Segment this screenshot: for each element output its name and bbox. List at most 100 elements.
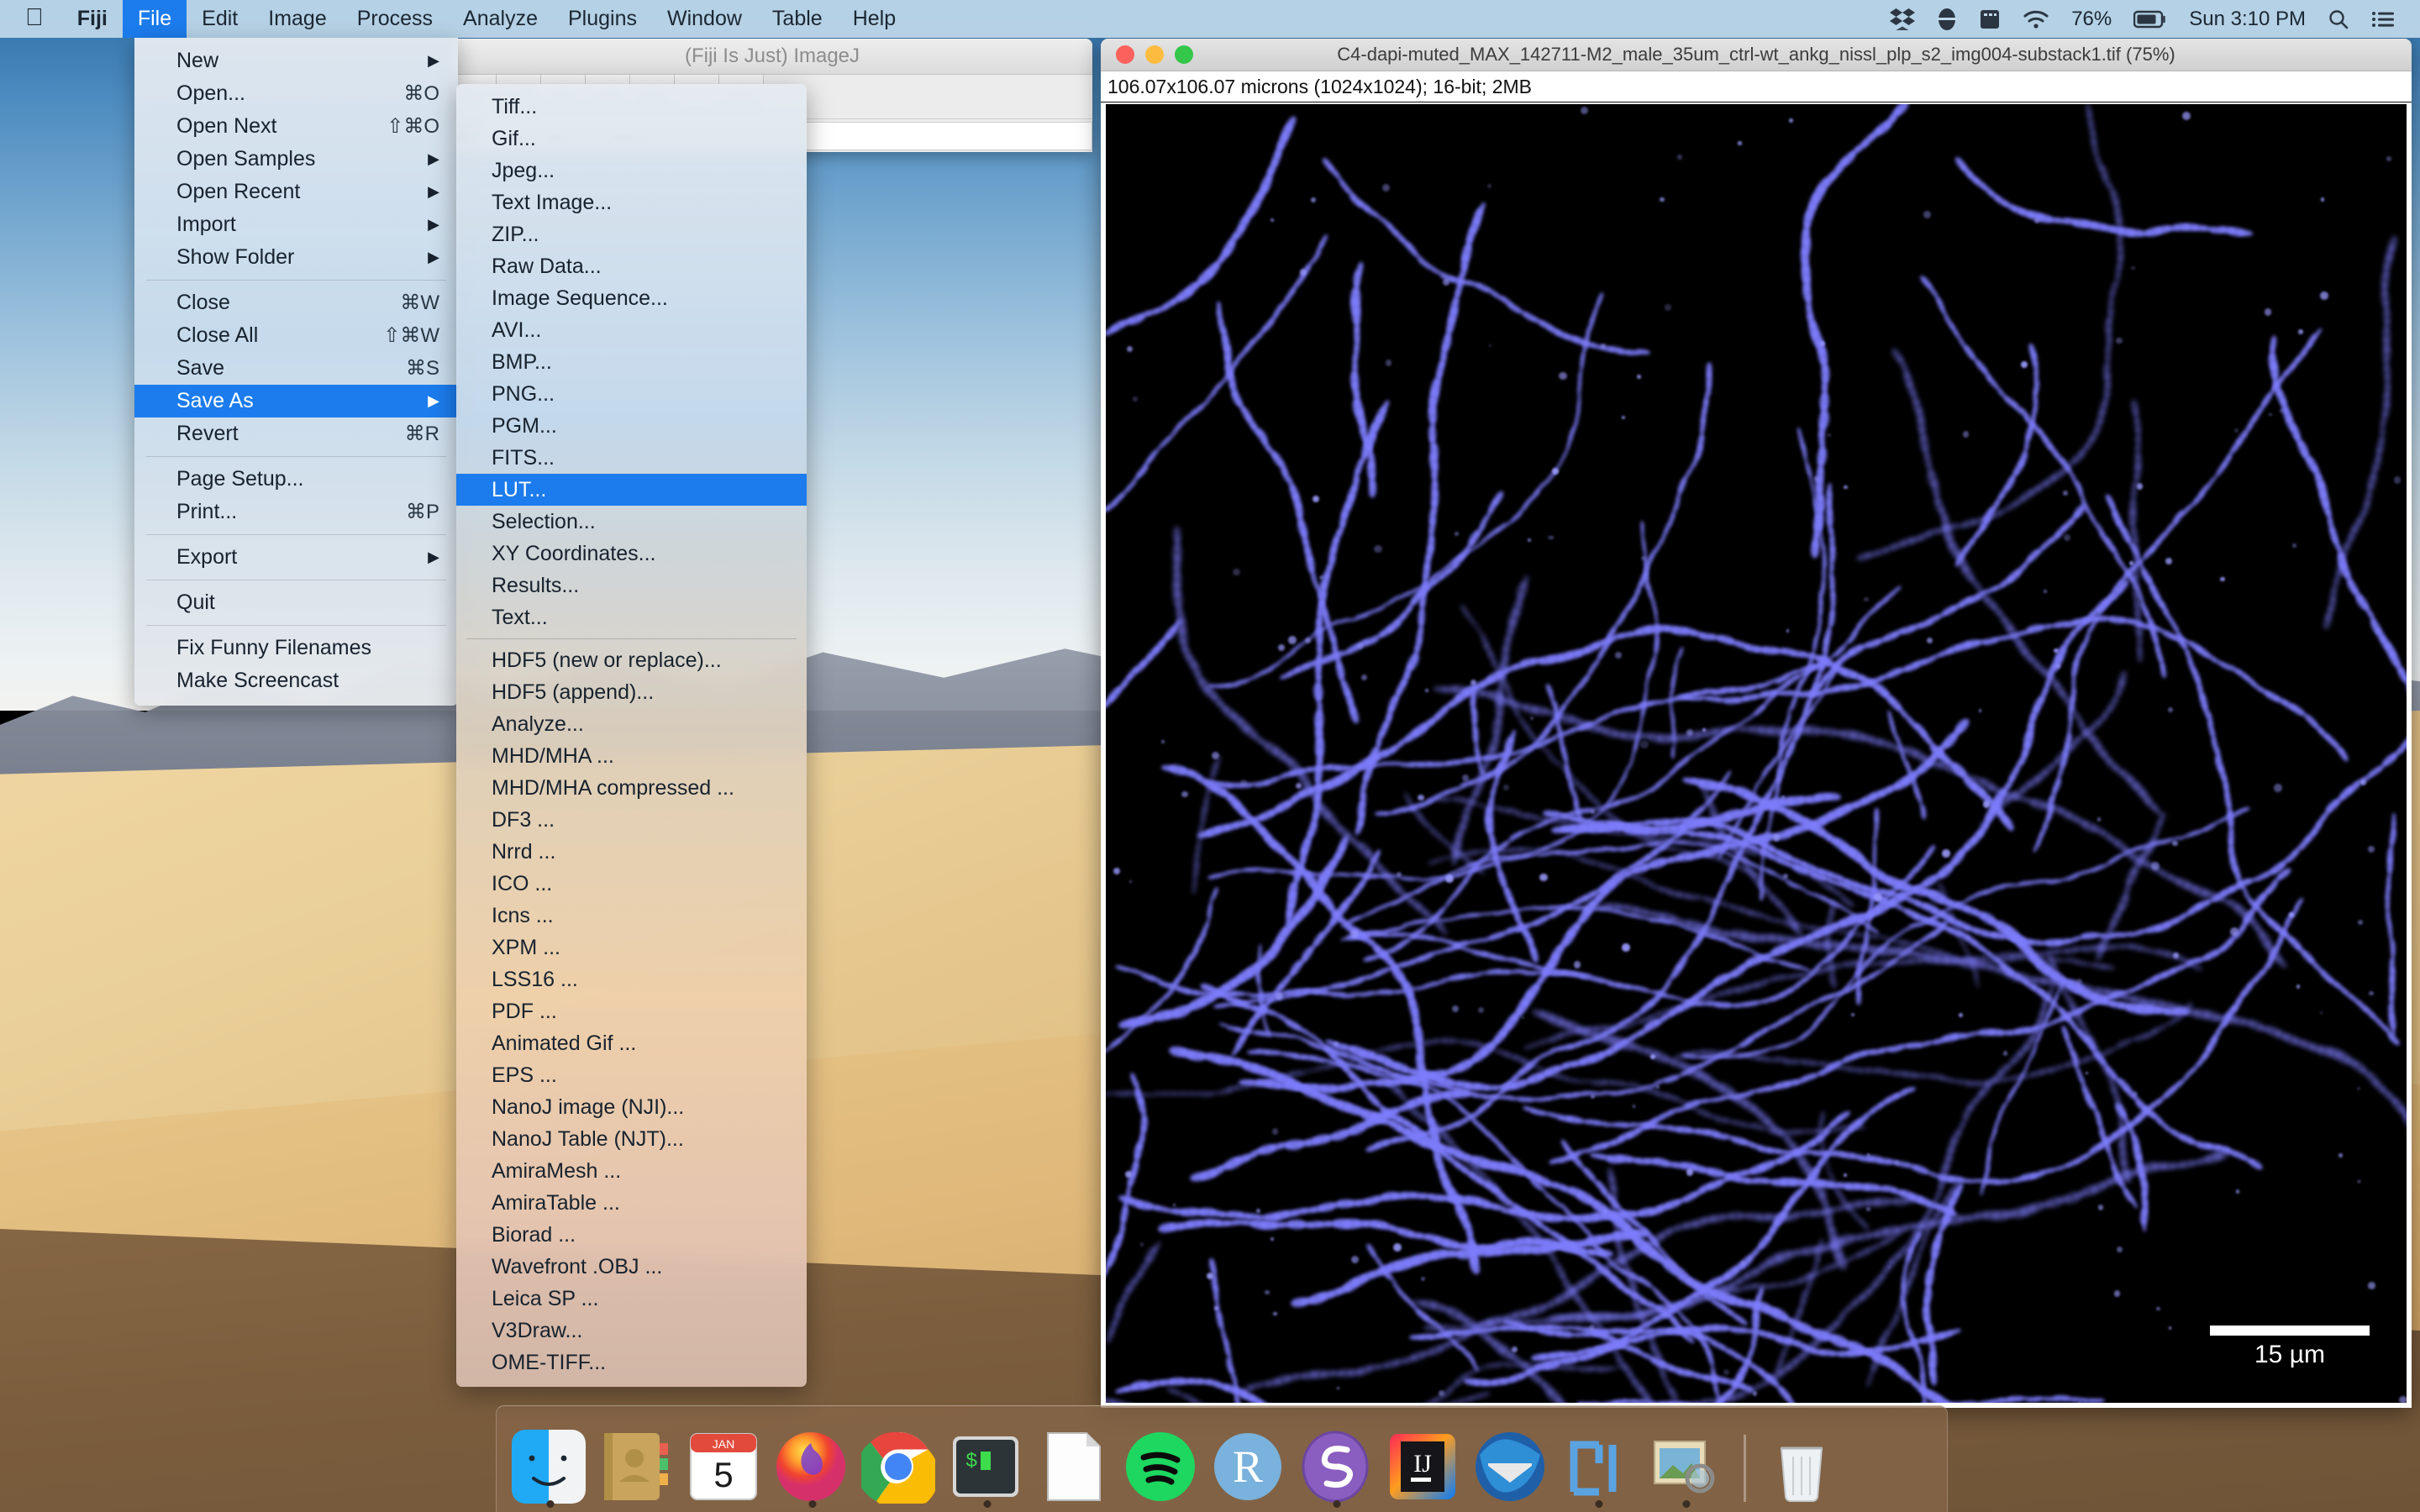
file-menu-item-open-samples[interactable]: Open Samples ▶	[134, 143, 458, 176]
menu-bar-item-image[interactable]: Image	[253, 0, 341, 38]
file-menu-item-close[interactable]: Close ⌘W	[134, 286, 458, 319]
menu-bar-item-table[interactable]: Table	[757, 0, 838, 38]
file-menu-dropdown[interactable]: New ▶ Open... ⌘O Open Next ⇧⌘O Open Samples ▶ Op…	[134, 38, 458, 706]
image-window[interactable]: C4-dapi-muted_MAX_142711-M2_male_35um_ct…	[1101, 39, 2412, 1408]
file-menu-item-new[interactable]: New ▶	[134, 45, 458, 77]
submenu-arrow-icon: ▶	[428, 150, 439, 167]
file-menu-item-fix-funny-filenames[interactable]: Fix Funny Filenames	[134, 632, 458, 664]
save-as-item-lut[interactable]: LUT...	[456, 474, 807, 506]
file-menu-item-open[interactable]: Open... ⌘O	[134, 77, 458, 110]
save-as-item-analyze[interactable]: Analyze...	[456, 708, 807, 740]
submenu-item-label: PGM...	[492, 413, 557, 438]
save-as-item-nanoj-image-nji[interactable]: NanoJ image (NJI)...	[456, 1091, 807, 1123]
menu-bar-item-file[interactable]: File	[122, 0, 187, 38]
file-menu-item-show-folder[interactable]: Show Folder ▶	[134, 241, 458, 274]
file-menu-item-print[interactable]: Print... ⌘P	[134, 496, 458, 528]
file-menu-item-save[interactable]: Save ⌘S	[134, 352, 458, 385]
file-menu-item-quit[interactable]: Quit	[134, 586, 458, 619]
save-as-item-mhd-mha-compressed[interactable]: MHD/MHA compressed ...	[456, 772, 807, 804]
file-menu-item-page-setup[interactable]: Page Setup...	[134, 463, 458, 496]
save-as-item-text-image[interactable]: Text Image...	[456, 186, 807, 218]
menu-bar-item-edit[interactable]: Edit	[187, 0, 253, 38]
save-as-item-bmp[interactable]: BMP...	[456, 346, 807, 378]
save-as-item-v3draw[interactable]: V3Draw...	[456, 1315, 807, 1347]
file-menu-item-save-as[interactable]: Save As ▶	[134, 385, 458, 417]
submenu-item-label: Wavefront .OBJ ...	[492, 1254, 663, 1278]
save-as-item-results[interactable]: Results...	[456, 570, 807, 601]
save-as-item-lss16[interactable]: LSS16 ...	[456, 963, 807, 995]
file-menu-item-close-all[interactable]: Close All ⇧⌘W	[134, 319, 458, 352]
image-title-bar[interactable]: C4-dapi-muted_MAX_142711-M2_male_35um_ct…	[1101, 39, 2412, 71]
save-as-item-avi[interactable]: AVI...	[456, 314, 807, 346]
save-as-item-icns[interactable]: Icns ...	[456, 900, 807, 932]
save-as-item-hdf5-append[interactable]: HDF5 (append)...	[456, 676, 807, 708]
filament-segment	[1467, 1255, 1482, 1277]
save-as-item-pdf[interactable]: PDF ...	[456, 995, 807, 1027]
save-as-item-jpeg[interactable]: Jpeg...	[456, 155, 807, 186]
save-as-item-hdf5-new-or-replace[interactable]: HDF5 (new or replace)...	[456, 644, 807, 676]
menu-bar-item-plugins[interactable]: Plugins	[553, 0, 652, 38]
menu-item-label: Export	[176, 545, 238, 569]
save-as-item-text[interactable]: Text...	[456, 601, 807, 633]
menubar-clock[interactable]: Sun 3:10 PM	[2189, 8, 2306, 31]
save-as-item-ome-tiff[interactable]: OME-TIFF...	[456, 1347, 807, 1378]
file-menu-item-make-screencast[interactable]: Make Screencast	[134, 664, 458, 697]
save-as-item-wavefront-obj[interactable]: Wavefront .OBJ ...	[456, 1251, 807, 1283]
save-as-item-animated-gif[interactable]: Animated Gif ...	[456, 1027, 807, 1059]
battery-icon[interactable]	[2133, 10, 2167, 29]
display-icon[interactable]	[1979, 8, 2001, 30]
submenu-item-label: PDF ...	[492, 999, 557, 1023]
submenu-item-label: ZIP...	[492, 222, 539, 246]
microscopy-image-canvas[interactable]: 15 µm	[1106, 104, 2407, 1403]
save-as-item-ico[interactable]: ICO ...	[456, 868, 807, 900]
submenu-item-label: ICO ...	[492, 871, 553, 895]
save-as-item-mhd-mha[interactable]: MHD/MHA ...	[456, 740, 807, 772]
oval-status-icon[interactable]	[1937, 8, 1958, 31]
file-menu-item-import[interactable]: Import ▶	[134, 208, 458, 241]
save-as-item-png[interactable]: PNG...	[456, 378, 807, 410]
save-as-item-amiramesh[interactable]: AmiraMesh ...	[456, 1155, 807, 1187]
menu-item-label: Open Recent	[176, 180, 301, 203]
save-as-item-eps[interactable]: EPS ...	[456, 1059, 807, 1091]
save-as-submenu[interactable]: Tiff... Gif... Jpeg... Text Image... ZIP... R…	[456, 84, 807, 1387]
file-menu-item-revert[interactable]: Revert ⌘R	[134, 417, 458, 450]
filament-segment	[1923, 843, 1937, 859]
file-menu-item-open-recent[interactable]: Open Recent ▶	[134, 176, 458, 208]
submenu-item-label: NanoJ Table (NJT)...	[492, 1126, 684, 1151]
dropbox-icon[interactable]	[1890, 8, 1916, 30]
save-as-item-fits[interactable]: FITS...	[456, 442, 807, 474]
save-as-item-image-sequence[interactable]: Image Sequence...	[456, 282, 807, 314]
menu-item-shortcut: ⇧⌘W	[383, 324, 439, 347]
filament-segment	[2236, 806, 2251, 815]
menu-item-label: Save	[176, 356, 224, 380]
menu-bar-item-process[interactable]: Process	[342, 0, 448, 38]
menu-item-label: Revert	[176, 422, 239, 445]
file-menu-item-open-next[interactable]: Open Next ⇧⌘O	[134, 110, 458, 143]
save-as-item-zip[interactable]: ZIP...	[456, 218, 807, 250]
save-as-item-nanoj-table-njt[interactable]: NanoJ Table (NJT)...	[456, 1123, 807, 1155]
save-as-item-df3[interactable]: DF3 ...	[456, 804, 807, 836]
save-as-item-amiratable[interactable]: AmiraTable ...	[456, 1187, 807, 1219]
menu-bar-item-analyze[interactable]: Analyze	[448, 0, 553, 38]
save-as-item-tiff[interactable]: Tiff...	[456, 91, 807, 123]
save-as-item-raw-data[interactable]: Raw Data...	[456, 250, 807, 282]
file-menu-item-export[interactable]: Export ▶	[134, 541, 458, 574]
wifi-icon[interactable]	[2023, 9, 2049, 29]
control-center-list-icon[interactable]	[2371, 9, 2395, 29]
save-as-item-leica-sp[interactable]: Leica SP ...	[456, 1283, 807, 1315]
menu-bar-item-help[interactable]: Help	[838, 0, 911, 38]
menu-bar-item-fiji[interactable]: Fiji	[62, 0, 123, 38]
save-as-item-biorad[interactable]: Biorad ...	[456, 1219, 807, 1251]
fiji-title-bar[interactable]: (Fiji Is Just) ImageJ	[452, 39, 1092, 75]
search-icon[interactable]	[2328, 8, 2349, 30]
save-as-item-nrrd[interactable]: Nrrd ...	[456, 836, 807, 868]
save-as-item-selection[interactable]: Selection...	[456, 506, 807, 538]
menu-item-label: Make Screencast	[176, 669, 339, 692]
apple-logo-icon[interactable]: 	[0, 0, 62, 38]
save-as-item-pgm[interactable]: PGM...	[456, 410, 807, 442]
menu-bar-status-area: 76% Sun 3:10 PM	[1890, 8, 2420, 31]
save-as-item-gif[interactable]: Gif...	[456, 123, 807, 155]
save-as-item-xy-coordinates[interactable]: XY Coordinates...	[456, 538, 807, 570]
menu-bar-item-window[interactable]: Window	[652, 0, 757, 38]
save-as-item-xpm[interactable]: XPM ...	[456, 932, 807, 963]
